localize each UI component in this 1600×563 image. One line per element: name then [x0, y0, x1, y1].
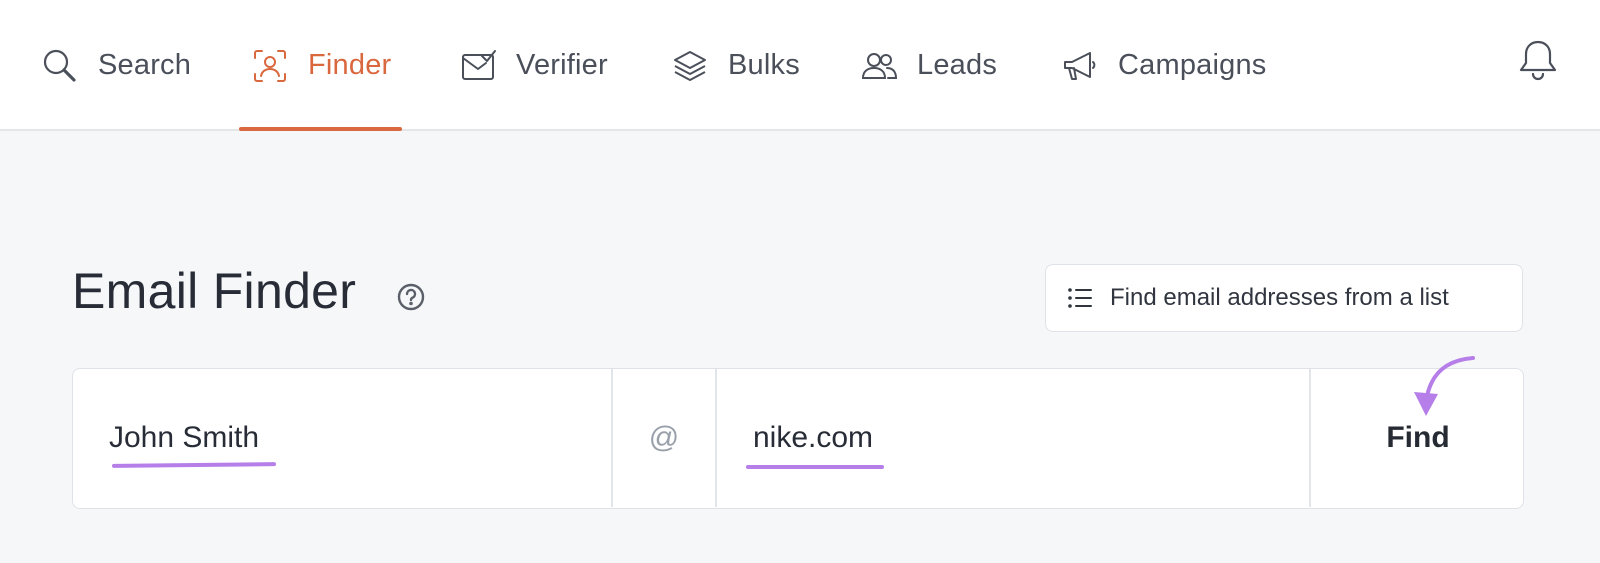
- nav-label: Search: [98, 49, 192, 81]
- find-from-list-label: Find email addresses from a list: [1110, 284, 1449, 311]
- nav-item-campaigns[interactable]: Campaigns: [1062, 0, 1267, 131]
- nav-label: Campaigns: [1118, 49, 1267, 81]
- arrow-annotation-icon: [1414, 356, 1475, 416]
- list-icon: [1066, 284, 1094, 312]
- finder-icon: [252, 48, 288, 84]
- top-navigation: Search Finder Verifier Bulks Leads Campa…: [0, 0, 1600, 131]
- nav-item-bulks[interactable]: Bulks: [672, 0, 800, 131]
- full-name-field[interactable]: [73, 369, 611, 507]
- domain-input[interactable]: [753, 421, 1273, 455]
- search-icon: [42, 48, 78, 84]
- nav-label: Finder: [308, 49, 392, 81]
- verifier-icon: [460, 48, 496, 84]
- find-from-list-button[interactable]: Find email addresses from a list: [1045, 264, 1523, 332]
- nav-label: Leads: [917, 49, 998, 81]
- full-name-input[interactable]: [109, 421, 569, 455]
- nav-label: Bulks: [728, 49, 800, 81]
- page-title: Email Finder: [72, 263, 357, 319]
- at-sign: @: [648, 421, 680, 454]
- users-icon: [861, 48, 898, 84]
- bell-icon[interactable]: [1518, 38, 1558, 82]
- layers-icon: [672, 48, 708, 84]
- nav-item-leads[interactable]: Leads: [861, 0, 997, 131]
- email-finder-form: @ Find: [72, 368, 1524, 509]
- megaphone-icon: [1062, 48, 1098, 84]
- nav-label: Verifier: [516, 49, 608, 81]
- domain-underline-annotation: [746, 465, 884, 469]
- at-separator: @: [613, 369, 715, 507]
- domain-field[interactable]: [717, 369, 1309, 507]
- question-circle-icon[interactable]: [396, 282, 426, 312]
- nav-item-search[interactable]: Search: [42, 0, 191, 131]
- nav-item-finder[interactable]: Finder: [238, 0, 403, 131]
- nav-item-verifier[interactable]: Verifier: [460, 0, 608, 131]
